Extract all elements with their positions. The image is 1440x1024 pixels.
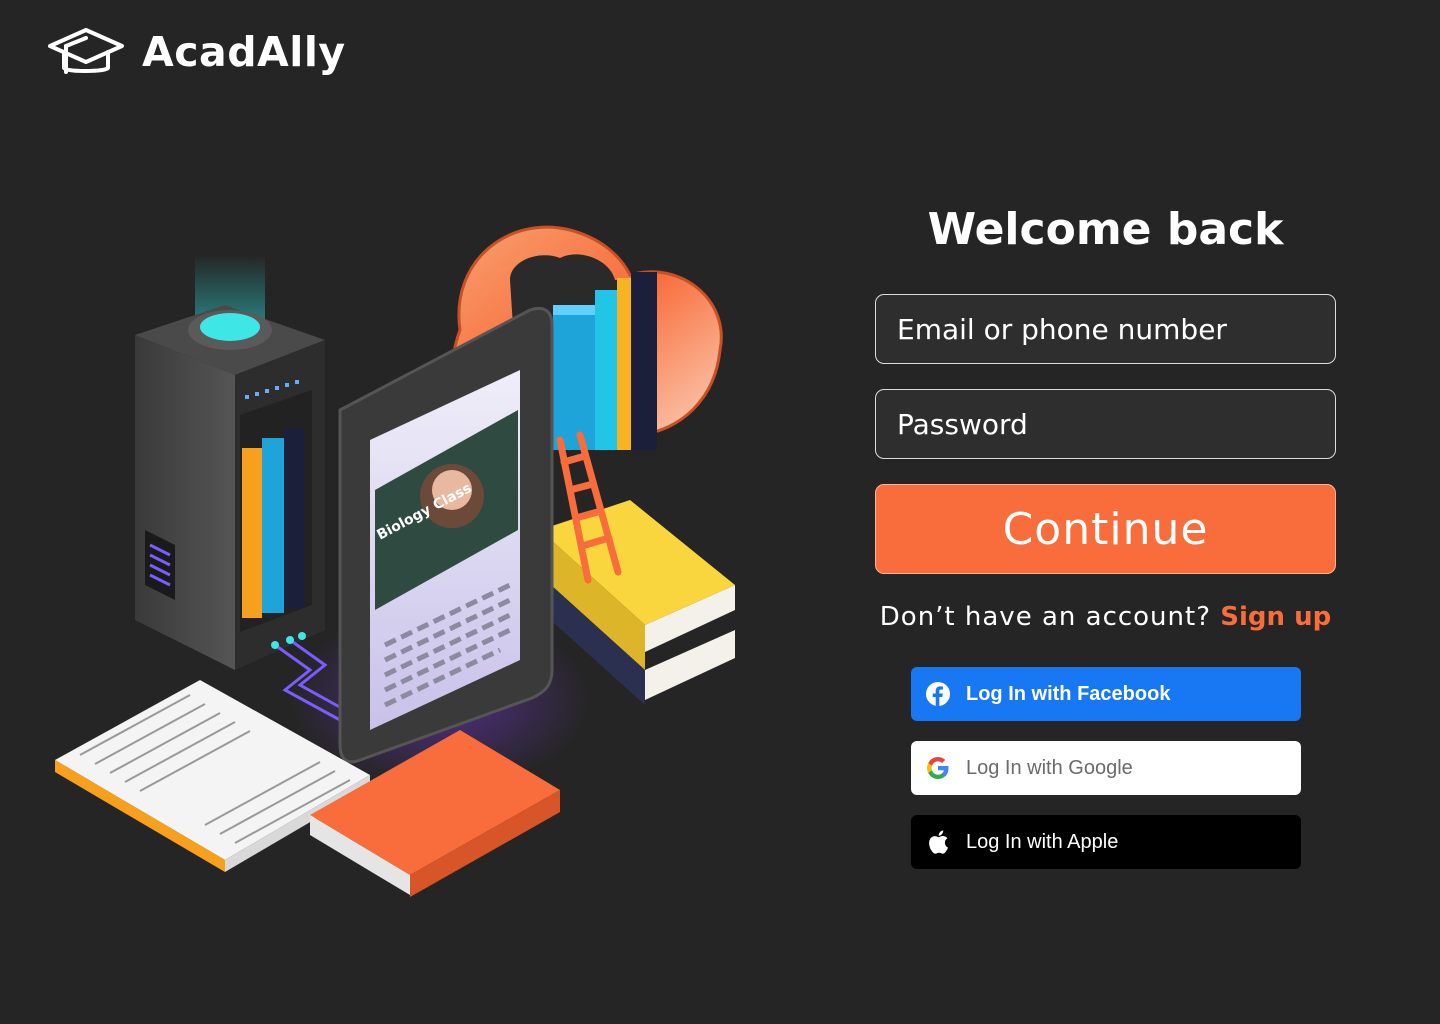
apple-login-label: Log In with Apple — [966, 830, 1119, 853]
login-form: Welcome back Continue Don’t have an acco… — [875, 200, 1336, 869]
facebook-login-button[interactable]: Log In with Facebook — [911, 667, 1301, 721]
signup-prompt: Don’t have an account? Sign up — [875, 602, 1336, 632]
password-field[interactable] — [875, 389, 1336, 459]
signup-link[interactable]: Sign up — [1220, 602, 1331, 632]
page-title: Welcome back — [927, 204, 1284, 255]
graduation-cap-icon — [48, 28, 124, 74]
facebook-login-label: Log In with Facebook — [966, 682, 1171, 705]
apple-login-button[interactable]: Log In with Apple — [911, 815, 1301, 869]
brand-logo[interactable]: AcadAlly — [46, 24, 346, 80]
google-login-label: Log In with Google — [966, 756, 1133, 779]
google-login-button[interactable]: Log In with Google — [911, 741, 1301, 795]
apple-icon — [926, 830, 950, 854]
continue-button[interactable]: Continue — [875, 484, 1336, 574]
email-field[interactable] — [875, 294, 1336, 364]
no-account-text: Don’t have an account? — [879, 602, 1212, 632]
facebook-icon — [926, 682, 950, 706]
google-icon — [926, 756, 950, 780]
brand-name: AcadAlly — [142, 28, 346, 76]
login-page: AcadAlly Biology Class Welcome back Emai… — [0, 0, 1440, 1024]
education-illustration: Biology Class — [55, 225, 735, 897]
